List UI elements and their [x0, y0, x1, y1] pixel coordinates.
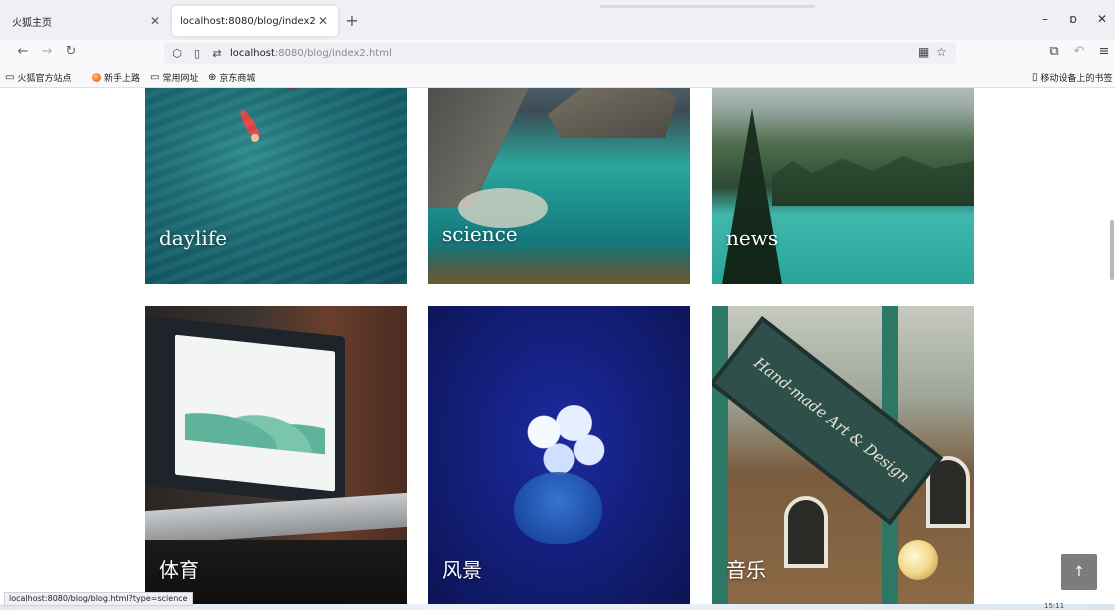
- bookmark-common-sites[interactable]: ▭ 常用网址: [150, 71, 198, 84]
- close-window-icon[interactable]: ✕: [1092, 12, 1112, 26]
- rock-image: [548, 88, 678, 138]
- tab-bar: 火狐主页 ✕ localhost:8080/blog/index2.html ✕…: [0, 0, 1115, 40]
- surfer-image: [251, 134, 259, 142]
- forest-image: [772, 156, 974, 206]
- scrollbar-thumb[interactable]: [1110, 220, 1114, 280]
- tab-label: 火狐主页: [12, 17, 52, 29]
- bookmark-label: 常用网址: [162, 74, 199, 84]
- category-card-music[interactable]: Hand-made Art & Design 音乐: [712, 306, 974, 610]
- url-path: :8080/blog/index2.html: [274, 47, 392, 59]
- card-label: 音乐: [726, 558, 766, 582]
- category-card-sports[interactable]: 体育: [145, 306, 407, 610]
- globe-icon: ⊕: [208, 72, 217, 83]
- shield-icon[interactable]: ⬡: [170, 47, 184, 60]
- page-icon[interactable]: ▯: [190, 47, 204, 60]
- card-label: 风景: [442, 558, 482, 582]
- window-image: [784, 496, 828, 568]
- bookmark-label: 新手上路: [104, 74, 141, 84]
- category-card-scenery[interactable]: 风景: [428, 306, 690, 610]
- forward-arrow-icon[interactable]: →: [38, 44, 56, 59]
- page-viewport: daylife science news 体育 风景 Hand-made Art…: [0, 88, 1115, 610]
- undo-icon[interactable]: ↶: [1070, 44, 1088, 59]
- lamp-image: [898, 540, 938, 580]
- tab-index2[interactable]: localhost:8080/blog/index2.html ✕: [172, 6, 338, 36]
- back-arrow-icon[interactable]: ←: [14, 44, 32, 59]
- bookmark-label: 京东商城: [219, 74, 256, 84]
- bookmark-getting-started[interactable]: 新手上路: [92, 71, 140, 84]
- restore-icon[interactable]: ɒ: [1063, 12, 1083, 26]
- bookmarks-bar: ▭ 火狐官方站点 新手上路 ▭ 常用网址 ⊕ 京东商城 ▯ 移动设备上的书签: [0, 66, 1115, 88]
- extensions-icon[interactable]: ⧉: [1045, 44, 1063, 59]
- card-label: news: [726, 226, 779, 250]
- surfer-image: [285, 88, 299, 90]
- navigation-bar: ← → ↻ ⬡ ▯ ⇄ localhost:8080/blog/index2.h…: [0, 40, 1115, 66]
- permissions-icon[interactable]: ⇄: [210, 47, 224, 60]
- reload-icon[interactable]: ↻: [62, 44, 80, 59]
- card-label: science: [442, 222, 518, 246]
- mobile-bookmarks[interactable]: ▯ 移动设备上的书签: [1032, 71, 1113, 84]
- surfer-image: [237, 107, 263, 143]
- category-card-daylife[interactable]: daylife: [145, 88, 407, 284]
- address-bar[interactable]: ⬡ ▯ ⇄ localhost:8080/blog/index2.html ▦ …: [164, 42, 956, 64]
- menu-icon[interactable]: ≡: [1095, 44, 1113, 59]
- bookmark-star-icon[interactable]: ☆: [936, 45, 947, 59]
- tab-firefox-home[interactable]: 火狐主页 ✕: [4, 6, 170, 36]
- folder-icon: ▭: [150, 72, 160, 83]
- minimize-icon[interactable]: –: [1035, 12, 1055, 26]
- plus-icon[interactable]: +: [342, 11, 362, 30]
- firefox-icon: [92, 73, 101, 82]
- folder-icon: ▭: [5, 72, 15, 83]
- clock: 15:11: [1044, 602, 1065, 610]
- category-card-science[interactable]: science: [428, 88, 690, 284]
- drag-handle: [600, 5, 815, 8]
- tab-label: localhost:8080/blog/index2.html: [180, 15, 316, 27]
- url-host: localhost: [230, 47, 275, 59]
- scroll-to-top-button[interactable]: ↑: [1061, 554, 1097, 590]
- mobile-device-icon: ▯: [1032, 72, 1038, 83]
- arrow-up-icon: ↑: [1073, 564, 1085, 580]
- bookmark-firefox-official[interactable]: ▭ 火狐官方站点: [5, 71, 71, 84]
- qr-code-icon[interactable]: ▦: [918, 45, 929, 59]
- category-card-news[interactable]: news: [712, 88, 974, 284]
- keyboard-image: [145, 492, 407, 546]
- close-icon[interactable]: ✕: [316, 14, 330, 28]
- laptop-image: [145, 315, 345, 507]
- shop-sign: Hand-made Art & Design: [712, 316, 944, 526]
- close-icon[interactable]: ✕: [148, 14, 162, 28]
- grass-image: [428, 244, 690, 284]
- bookmark-label: 火狐官方站点: [17, 74, 72, 84]
- card-label: daylife: [159, 226, 228, 250]
- mobile-bookmarks-label: 移动设备上的书签: [1040, 74, 1113, 84]
- jellyfish-bell-image: [514, 472, 602, 544]
- status-bar-url: localhost:8080/blog/blog.html?type=scien…: [4, 592, 193, 606]
- bookmark-jd-mall[interactable]: ⊕ 京东商城: [208, 71, 255, 84]
- card-label: 体育: [159, 558, 199, 582]
